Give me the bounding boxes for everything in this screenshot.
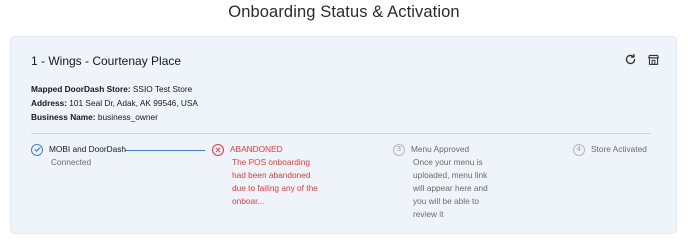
step-label: MOBI and DoorDash	[49, 144, 127, 154]
address-label: Address:	[31, 98, 67, 108]
business-name-row: Business Name: business_owner	[31, 110, 198, 124]
store-title: 1 - Wings - Courtenay Place	[31, 54, 182, 68]
business-name-label: Business Name:	[31, 112, 96, 122]
step-label: Menu Approved	[411, 144, 470, 154]
step-description: Connected	[51, 157, 92, 167]
step-abandoned: ABANDONED The POS onboarding had been ab…	[212, 143, 324, 208]
divider	[31, 133, 651, 134]
page-title: Onboarding Status & Activation	[228, 3, 460, 21]
mapped-store-row: Mapped DoorDash Store: SSIO Test Store	[31, 82, 198, 96]
mapped-store-value: SSIO Test Store	[132, 84, 193, 94]
step-store-activated: 4 Store Activated	[573, 143, 647, 156]
store-card: 1 - Wings - Courtenay Place Mapped DoorD…	[10, 36, 677, 234]
step-connected: MOBI and DoorDash Connected	[31, 143, 126, 169]
store-icon[interactable]	[646, 52, 661, 67]
check-icon	[31, 143, 43, 156]
error-x-icon	[212, 143, 224, 156]
refresh-icon[interactable]	[623, 52, 638, 67]
business-name-value: business_owner	[97, 112, 158, 122]
card-actions	[623, 52, 661, 67]
step-number-4: 4	[573, 143, 585, 156]
mapped-store-label: Mapped DoorDash Store:	[31, 84, 131, 94]
step-description: Once your menu is uploaded, menu link wi…	[413, 157, 488, 219]
address-value: 101 Seal Dr, Adak, AK 99546, USA	[69, 98, 198, 108]
step-connector	[125, 150, 205, 151]
step-label: ABANDONED	[230, 144, 283, 154]
step-label: Store Activated	[591, 144, 647, 154]
step-number-3: 3	[393, 143, 405, 156]
step-description: The POS onboarding had been abandoned du…	[232, 157, 318, 206]
step-menu-approved: 3 Menu Approved Once your menu is upload…	[393, 143, 495, 221]
address-row: Address: 101 Seal Dr, Adak, AK 99546, US…	[31, 96, 198, 110]
store-details: Mapped DoorDash Store: SSIO Test Store A…	[31, 82, 198, 124]
